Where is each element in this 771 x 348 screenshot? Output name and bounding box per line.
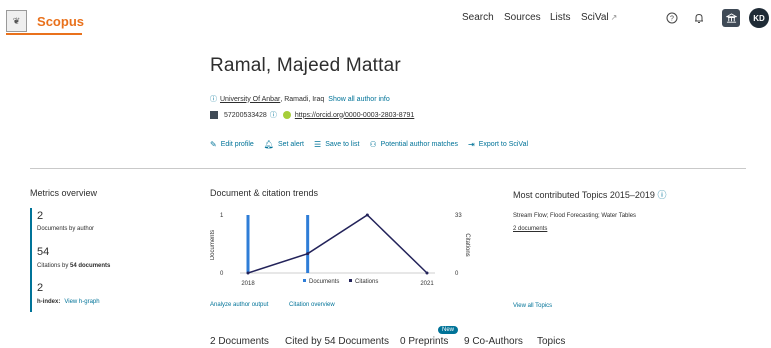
citations-label-prefix: Citations by <box>37 263 71 269</box>
citations-point <box>306 252 310 256</box>
author-actions: ✎ Edit profile 🔔︎ Set alert ☰ Save to list … <box>210 140 538 149</box>
h-index-value: 2 <box>37 282 44 294</box>
y-left-tick: 1 <box>220 213 224 219</box>
documents-count: 2 <box>37 210 44 222</box>
export-icon: ⇥ <box>468 140 475 149</box>
new-badge: New <box>438 326 459 334</box>
citations-label: Citations by 54 documents <box>37 263 110 269</box>
save-to-list-button[interactable]: ☰ Save to list <box>314 140 359 149</box>
section-divider <box>30 168 746 169</box>
metrics-accent-bar <box>30 208 32 312</box>
author-name: Ramal, Majeed Mattar <box>210 55 401 76</box>
x-tick-label: 2021 <box>420 281 434 287</box>
orcid-icon <box>282 111 291 119</box>
identifier-row: 57200533428 ⓘ https://orcid.org/0000-000… <box>210 110 414 120</box>
documents-bar <box>246 215 250 273</box>
tab-preprints[interactable]: 0 Preprints <box>400 336 448 347</box>
trends-chart: 1 0 Documents 33 0 Citations 2018 2021 Documents… <box>210 205 475 300</box>
trends-chart-svg: 1 0 Documents 33 0 Citations 2018 2021 Documents… <box>210 213 470 287</box>
top-header: ❦ Scopus Search Sources Lists SciVal ↗ ? … <box>0 0 771 38</box>
nav-scival-label: SciVal <box>581 12 609 23</box>
set-alert-label: Set alert <box>277 141 305 148</box>
info-icon[interactable]: ⓘ <box>210 94 217 104</box>
export-to-scival-button[interactable]: ⇥ Export to SciVal <box>468 140 528 149</box>
svg-text:?: ? <box>670 16 674 23</box>
nav-sources[interactable]: Sources <box>504 12 541 23</box>
topics-info-icon[interactable]: ⓘ <box>657 190 666 200</box>
edit-profile-label: Edit profile <box>220 141 254 148</box>
export-to-scival-label: Export to SciVal <box>478 141 529 148</box>
nav-search[interactable]: Search <box>462 12 494 23</box>
institution-icon[interactable] <box>722 9 740 27</box>
scopus-logo-text: Scopus <box>37 13 84 29</box>
y-right-tick: 33 <box>455 213 462 219</box>
citations-point <box>365 213 369 217</box>
documents-label: Documents by author <box>37 226 95 232</box>
save-to-list-label: Save to list <box>325 141 360 148</box>
citations-label-bold: 54 documents <box>70 263 111 269</box>
potential-author-matches-label: Potential author matches <box>380 141 459 148</box>
people-icon: ⚇ <box>369 140 377 149</box>
list-icon: ☰ <box>314 140 322 149</box>
citations-line <box>247 214 428 274</box>
user-avatar[interactable]: KD <box>749 8 769 28</box>
view-all-topics-link[interactable]: View all Topics <box>513 303 552 309</box>
scopus-author-id: 57200533428 <box>224 111 267 119</box>
edit-profile-button[interactable]: ✎ Edit profile <box>210 140 254 149</box>
affiliation-link[interactable]: University Of Anbar <box>220 96 280 103</box>
view-h-graph-link[interactable]: View h-graph <box>64 299 99 305</box>
topic-documents-link[interactable]: 2 documents <box>513 226 547 232</box>
id-info-icon[interactable]: ⓘ <box>270 110 277 120</box>
affiliation-row: ⓘ University Of Anbar , Ramadi, Iraq Sho… <box>210 94 390 104</box>
potential-author-matches-button[interactable]: ⚇ Potential author matches <box>369 140 458 149</box>
legend-citations-swatch <box>349 279 352 282</box>
topics-title-text: Most contributed Topics 2015–2019 <box>513 190 655 200</box>
set-alert-button[interactable]: 🔔︎ Set alert <box>264 140 304 149</box>
y-right-tick: 0 <box>455 271 459 277</box>
legend-documents-swatch <box>303 279 306 282</box>
citations-point <box>425 271 429 275</box>
logo-active-underline <box>6 33 82 35</box>
elsevier-tree-icon: ❦ <box>6 10 28 32</box>
documents-bar <box>306 215 310 273</box>
tab-topics[interactable]: Topics <box>537 336 565 347</box>
tab-cited-by[interactable]: Cited by 54 Documents <box>285 336 389 347</box>
analyze-author-output-link[interactable]: Analyze author output <box>210 302 268 308</box>
nav-scival[interactable]: SciVal ↗ <box>581 12 617 23</box>
citations-count: 54 <box>37 246 50 258</box>
orcid-link[interactable]: https://orcid.org/0000-0003-2803-8791 <box>295 112 414 119</box>
bell-icon[interactable] <box>690 9 708 27</box>
pencil-icon: ✎ <box>210 140 217 149</box>
tab-documents[interactable]: 2 Documents <box>210 336 269 347</box>
external-link-icon: ↗ <box>610 13 618 22</box>
legend-documents-label: Documents <box>309 279 339 285</box>
y-left-label: Documents <box>210 230 216 260</box>
x-tick-label: 2018 <box>241 281 255 287</box>
trends-title: Document & citation trends <box>210 188 319 198</box>
topic-name[interactable]: Stream Flow; Flood Forecasting; Water Ta… <box>513 213 636 219</box>
tab-co-authors[interactable]: 9 Co-Authors <box>464 336 523 347</box>
y-left-tick: 0 <box>220 271 224 277</box>
show-all-author-info-link[interactable]: Show all author info <box>328 96 389 103</box>
citation-overview-link[interactable]: Citation overview <box>289 302 335 308</box>
affiliation-location: , Ramadi, Iraq <box>280 95 325 103</box>
metrics-overview-title: Metrics overview <box>30 188 98 198</box>
y-right-label: Citations <box>464 233 470 256</box>
legend-citations-label: Citations <box>355 279 378 285</box>
id-card-icon <box>210 111 218 119</box>
scopus-logo[interactable]: ❦ Scopus <box>6 6 84 36</box>
h-index-label: h-index: <box>37 299 61 305</box>
bell-icon: 🔔︎ <box>263 140 274 149</box>
h-index-row: h-index: View h-graph <box>37 299 100 305</box>
topics-title: Most contributed Topics 2015–2019 ⓘ <box>513 188 666 201</box>
help-icon[interactable]: ? <box>663 9 681 27</box>
nav-lists[interactable]: Lists <box>550 12 571 23</box>
citations-point <box>246 271 250 275</box>
